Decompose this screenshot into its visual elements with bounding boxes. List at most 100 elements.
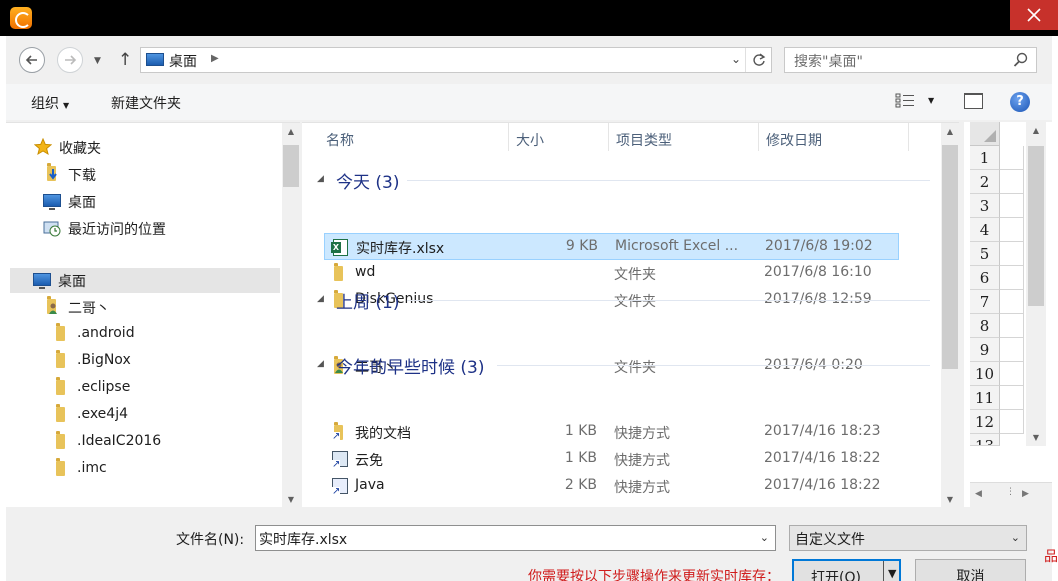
nav-item-recent-places[interactable]: 最近访问的位置 (43, 216, 273, 241)
excel-row-number: 1 (970, 146, 1000, 170)
organize-label: 组织 (31, 96, 59, 112)
desktop-icon (33, 271, 51, 289)
refresh-button[interactable] (745, 48, 771, 72)
scrollbar-thumb[interactable] (942, 145, 958, 369)
recent-locations-dropdown[interactable]: ▼ (94, 56, 101, 66)
filename-input[interactable]: 实时库存.xlsx ⌄ (255, 525, 776, 551)
address-bar[interactable]: 桌面 ▶ ⌄ (140, 47, 772, 73)
nav-item-user-folder[interactable]: 二哥丶 (43, 295, 273, 320)
search-input[interactable]: 搜索"桌面" (794, 51, 863, 71)
excel-row-number: 8 (970, 314, 1000, 338)
open-button[interactable]: 打开(O) ▼ (792, 559, 901, 581)
desktop-icon (146, 53, 164, 66)
collapse-icon: ◢ (317, 359, 324, 369)
excel-row-number: 6 (970, 266, 1000, 290)
folder-icon (52, 350, 70, 368)
forward-arrow-icon (65, 55, 77, 65)
scrollbar-thumb[interactable] (283, 145, 299, 187)
nav-item-folder[interactable]: .IdeaIC2016 (52, 430, 272, 455)
nav-item-desktop-tree[interactable]: 桌面 (10, 268, 280, 293)
column-divider[interactable] (758, 123, 759, 151)
forward-button[interactable] (57, 47, 83, 73)
nav-item-favorites[interactable]: 收藏夹 (33, 135, 264, 160)
file-row[interactable]: wd 文件夹 2017/6/8 16:10 (324, 260, 899, 287)
select-all-corner (970, 122, 1000, 146)
breadcrumb-arrow-icon[interactable]: ▶ (211, 53, 219, 64)
new-folder-button[interactable]: 新建文件夹 (111, 93, 181, 113)
help-icon[interactable]: ? (1010, 92, 1030, 112)
column-divider[interactable] (608, 123, 609, 151)
nav-item-downloads[interactable]: 下载 (43, 162, 273, 187)
excel-cell (1000, 314, 1024, 338)
scroll-down-icon[interactable]: ▼ (941, 495, 959, 504)
nav-item-folder[interactable]: .android (52, 322, 272, 347)
spreadsheet-hscrollbar: ◀ ⋮ ▶ (970, 482, 1052, 507)
scrollbar-thumb (1028, 146, 1044, 306)
column-size[interactable]: 大小 (516, 130, 544, 150)
excel-cell (1000, 194, 1024, 218)
scroll-left-icon: ◀ (975, 489, 982, 499)
cancel-label: 取消 (956, 569, 985, 581)
nav-item-folder[interactable]: .imc (52, 457, 272, 477)
title-bar (0, 0, 1058, 36)
toolbar: 组织 ▼ 新建文件夹 ▼ ? (6, 84, 1052, 120)
open-label: 打开(O) (811, 570, 861, 581)
organize-button[interactable]: 组织 ▼ (31, 93, 69, 113)
refresh-icon (753, 53, 766, 66)
excel-cell (1000, 242, 1024, 266)
excel-row-number: 4 (970, 218, 1000, 242)
group-divider (407, 300, 930, 301)
up-arrow-icon[interactable]: ↑ (118, 50, 132, 70)
preview-pane-icon[interactable] (964, 93, 983, 109)
file-row[interactable]: 实时库存.xlsx 9 KB Microsoft Excel ... 2017/… (324, 233, 899, 260)
nav-item-desktop[interactable]: 桌面 (43, 189, 273, 214)
scroll-grip-icon: ⋮ (1006, 487, 1015, 497)
filename-value: 实时库存.xlsx (259, 532, 348, 548)
file-type-value: 自定义文件 (795, 532, 865, 548)
navigation-bar: ▼ ↑ 桌面 ▶ ⌄ 搜索"桌面" (6, 36, 1052, 84)
filelist-scrollbar[interactable]: ▲ ▼ (941, 123, 959, 508)
excel-cell (1000, 362, 1024, 386)
excel-file-icon (331, 239, 349, 256)
excel-row-number: 3 (970, 194, 1000, 218)
group-divider (407, 180, 930, 181)
excel-cell (1000, 146, 1024, 170)
file-row[interactable]: Java 2 KB 快捷方式 2017/4/16 18:22 (324, 473, 899, 500)
column-name[interactable]: 名称 (326, 130, 354, 150)
navpane-scrollbar[interactable]: ▲ ▼ (282, 123, 300, 508)
address-history-dropdown[interactable]: ⌄ (731, 52, 741, 66)
column-date[interactable]: 修改日期 (766, 130, 822, 150)
recent-places-icon (43, 219, 61, 237)
shortcut-icon: ↗ (330, 422, 348, 442)
open-options-dropdown[interactable]: ▼ (888, 567, 896, 580)
back-button[interactable] (19, 47, 45, 73)
collapse-icon: ◢ (317, 174, 324, 184)
view-dropdown-icon[interactable]: ▼ (928, 96, 934, 105)
close-button[interactable] (1010, 0, 1058, 30)
cancel-button[interactable]: 取消 (915, 559, 1026, 581)
scroll-down-icon[interactable]: ▼ (282, 495, 300, 504)
file-row[interactable]: 云免 1 KB 快捷方式 2017/4/16 18:22 (324, 446, 899, 473)
column-divider[interactable] (508, 123, 509, 151)
column-type[interactable]: 项目类型 (616, 130, 672, 150)
excel-cell (1000, 218, 1024, 242)
scroll-right-icon: ▶ (1022, 489, 1029, 499)
scroll-up-icon[interactable]: ▲ (941, 127, 959, 136)
excel-cell (1000, 410, 1024, 434)
search-icon (1013, 52, 1028, 67)
excel-cell (1000, 290, 1024, 314)
chevron-down-icon[interactable]: ⌄ (760, 531, 769, 544)
scroll-up-icon[interactable]: ▲ (282, 127, 300, 136)
nav-item-folder[interactable]: .eclipse (52, 376, 272, 401)
scroll-up-icon: ▲ (1032, 126, 1040, 135)
star-icon (33, 137, 53, 156)
folder-icon (52, 323, 70, 341)
nav-item-folder[interactable]: .exe4j4 (52, 403, 272, 428)
column-divider[interactable] (908, 123, 909, 151)
nav-item-folder[interactable]: .BigNox (52, 349, 272, 374)
file-type-select[interactable]: 自定义文件 ⌄ (789, 525, 1027, 551)
search-box[interactable]: 搜索"桌面" (784, 47, 1037, 73)
excel-row-number: 9 (970, 338, 1000, 362)
view-options-icon[interactable] (895, 93, 915, 109)
file-row[interactable]: ↗ 我的文档 1 KB 快捷方式 2017/4/16 18:23 (324, 419, 899, 446)
